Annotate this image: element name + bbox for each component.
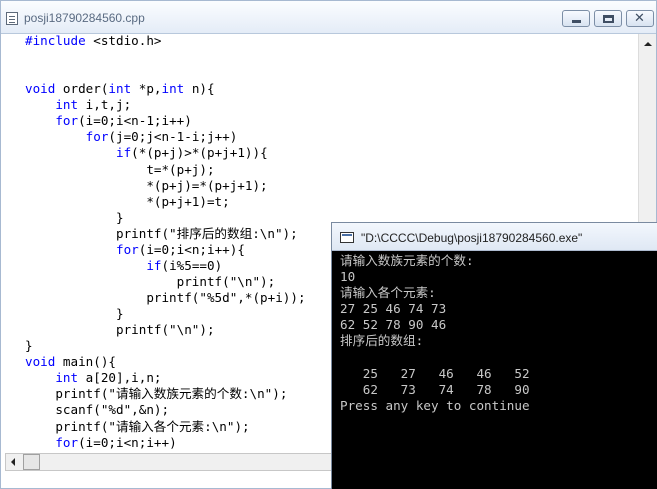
console-line: Press any key to continue [340,397,530,413]
code-line: *(p+j+1)=t; [25,193,230,209]
code-line: for(j=0;j<n-1-i;j++) [85,129,238,145]
console-line: 62 52 78 90 46 [340,317,447,333]
document-icon [6,12,18,25]
code-line: *(p+j)=*(p+j+1); [25,177,268,193]
console-line: 请输入数族元素的个数: [340,253,474,268]
maximize-button[interactable] [594,10,622,27]
maximize-icon [603,15,614,23]
console-line: 62 73 74 78 90 [340,381,530,397]
console-output: 请输入数族元素的个数: 10 请输入各个元素: 27 25 46 74 73 62 52… [340,253,656,489]
horizontal-scrollbar[interactable] [5,453,335,471]
code-line: void order(int *p,int n){ [25,81,215,97]
scroll-thumb[interactable] [23,454,40,470]
console-line: 27 25 46 74 73 [340,301,447,317]
console-line: 10 [340,269,356,285]
console-line: 请输入各个元素: [340,285,436,301]
minimize-button[interactable] [562,10,590,27]
code-line: for(i=0;i<n-1;i++) [55,113,192,129]
console-title: "D:\CCCC\Debug\posji18790284560.exe" [361,231,583,245]
code-line: #include <stdio.h> [25,33,162,48]
close-button[interactable]: ✕ [626,10,654,27]
code-line: int i,t,j; [55,97,132,113]
code-line: if(*(p+j)>*(p+j+1)){ [116,145,268,161]
close-icon: ✕ [634,11,645,26]
editor-title-bar[interactable]: posji18790284560.cpp ✕ [1,1,656,34]
console-line: 排序后的数组: [340,333,424,349]
console-line: 25 27 46 46 52 [340,365,530,381]
console-app-icon [340,232,354,243]
console-window: "D:\CCCC\Debug\posji18790284560.exe" 请输入… [331,222,657,489]
editor-title: posji18790284560.cpp [24,11,145,25]
minimize-icon [572,20,581,23]
code-line: t=*(p+j); [25,161,215,177]
console-title-bar[interactable]: "D:\CCCC\Debug\posji18790284560.exe" [332,223,657,251]
scroll-left-arrow-icon[interactable] [6,454,22,470]
scroll-up-arrow-icon[interactable] [640,36,655,52]
